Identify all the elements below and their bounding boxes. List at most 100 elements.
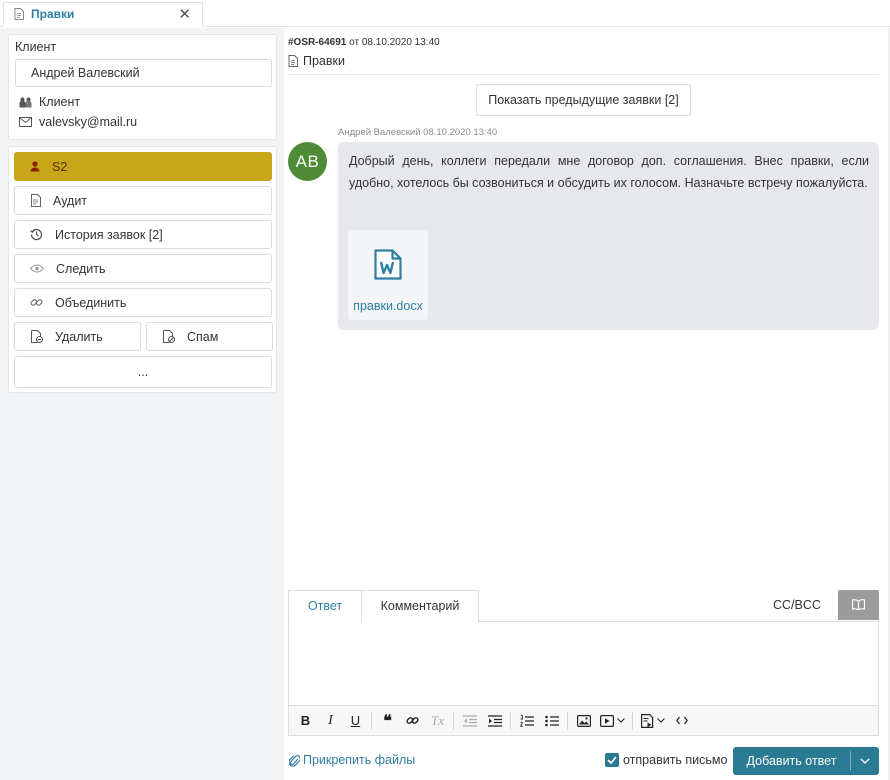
add-reply-dropdown[interactable] (851, 747, 879, 775)
client-email[interactable]: valevsky@mail.ru (39, 115, 137, 129)
eye-icon (30, 264, 44, 273)
underline-button[interactable]: U (343, 709, 368, 733)
client-role: Клиент (39, 95, 81, 109)
message-meta: Андрей Валевский 08.10.2020 13:40 (338, 127, 498, 138)
indent-button[interactable] (482, 709, 507, 733)
bullet-list-icon (544, 715, 559, 726)
sidebar: Клиент Андрей Валевский Клиент valevsky@… (0, 28, 284, 780)
clear-format-icon: Tx (431, 712, 444, 728)
blockquote-button[interactable]: ❝ (375, 709, 400, 733)
message-bubble: Добрый день, коллеги передали мне догово… (338, 142, 879, 330)
document-icon (14, 8, 24, 20)
show-previous-tickets-button[interactable]: Показать предыдущие заявки [2] (476, 84, 691, 116)
audit-label: Аудит (53, 193, 88, 208)
attach-files-label: Прикрепить файлы (303, 753, 416, 767)
image-icon (576, 714, 591, 727)
link-button[interactable] (400, 709, 425, 733)
audit-icon (31, 194, 41, 207)
more-label: ... (137, 365, 149, 379)
clear-format-button[interactable]: Tx (425, 709, 450, 733)
attach-files-link[interactable]: Прикрепить файлы (289, 753, 415, 767)
tab-comment[interactable]: Комментарий (361, 590, 479, 622)
knowledge-base-button[interactable] (838, 590, 879, 620)
ticket-header: #OSR-64691 от 08.10.2020 13:40 (288, 37, 440, 48)
history-button[interactable]: История заявок [2] (14, 220, 272, 249)
tab-ticket[interactable]: Правки ✕ (3, 2, 203, 27)
toolbar-separator (632, 711, 633, 730)
more-actions-button[interactable]: ... (14, 356, 272, 388)
chevron-down-icon (860, 758, 870, 764)
users-icon (19, 97, 32, 107)
client-name-field[interactable]: Андрей Валевский (15, 59, 272, 87)
client-card: Клиент Андрей Валевский Клиент valevsky@… (8, 34, 277, 140)
close-icon[interactable]: ✕ (178, 7, 191, 22)
ticket-view: #OSR-64691 от 08.10.2020 13:40 Правки По… (284, 28, 890, 780)
merge-label: Объединить (55, 295, 127, 310)
attachment-tile[interactable]: правки.docx (348, 230, 428, 320)
assignee-button[interactable]: S2 (14, 152, 272, 181)
bullet-list-button[interactable] (539, 709, 564, 733)
insert-media-button[interactable] (596, 709, 629, 733)
mail-icon (19, 117, 32, 127)
delete-button[interactable]: Удалить (14, 322, 141, 351)
cc-bcc-link[interactable]: CC/BCC (773, 598, 821, 612)
templates-button[interactable] (636, 709, 669, 733)
client-email-row: valevsky@mail.ru (19, 115, 137, 129)
spam-label: Спам (187, 329, 219, 344)
template-icon (640, 713, 653, 728)
history-label: История заявок [2] (55, 227, 163, 242)
follow-label: Следить (56, 261, 106, 276)
reply-textarea[interactable] (288, 621, 879, 706)
numbered-list-button[interactable] (514, 709, 539, 733)
header-divider (288, 74, 879, 75)
document-icon (288, 55, 298, 67)
check-icon (607, 756, 617, 764)
link-icon (406, 717, 419, 724)
audit-button[interactable]: Аудит (14, 186, 272, 215)
bold-button[interactable]: B (293, 709, 318, 733)
insert-image-button[interactable] (571, 709, 596, 733)
underline-glyph: U (350, 713, 361, 728)
client-role-row: Клиент (19, 95, 80, 109)
send-email-checkbox[interactable]: отправить письмо (605, 753, 727, 767)
editor-toolbar: B I U ❝ Tx (288, 706, 879, 736)
checkbox-checked[interactable] (605, 753, 619, 767)
follow-button[interactable]: Следить (14, 254, 272, 283)
indent-icon (487, 714, 502, 727)
toolbar-separator (371, 711, 372, 730)
spam-button[interactable]: Спам (146, 322, 273, 351)
delete-label: Удалить (55, 329, 103, 344)
avatar: AB (288, 142, 327, 181)
spam-icon (163, 330, 175, 343)
paperclip-icon (289, 754, 300, 767)
toolbar-separator (510, 711, 511, 730)
tab-title: Правки (31, 7, 75, 21)
source-code-button[interactable] (669, 709, 694, 733)
add-reply-label[interactable]: Добавить ответ (733, 747, 850, 775)
chevron-down-icon (656, 718, 665, 723)
toolbar-separator (453, 711, 454, 730)
tab-answer[interactable]: Ответ (288, 590, 362, 622)
italic-glyph: I (328, 712, 333, 728)
attachment-filename[interactable]: правки.docx (348, 299, 428, 313)
italic-button[interactable]: I (318, 709, 343, 733)
ticket-id: #OSR-64691 (288, 37, 347, 48)
delete-icon (31, 330, 43, 343)
outdent-icon (462, 714, 477, 727)
ticket-actions: S2 Аудит История заявок [2] Следить Объе… (8, 146, 277, 393)
add-reply-button[interactable]: Добавить ответ (733, 747, 879, 775)
ticket-from-word: от (346, 37, 362, 48)
tab-bar: Правки ✕ (0, 0, 890, 27)
assignee-label: S2 (52, 159, 68, 174)
history-icon (30, 228, 43, 241)
chevron-down-icon (617, 718, 625, 723)
outdent-button[interactable] (457, 709, 482, 733)
toolbar-separator (567, 711, 568, 730)
ticket-datetime: 08.10.2020 13:40 (361, 37, 440, 48)
user-icon (30, 161, 40, 172)
message-text: Добрый день, коллеги передали мне догово… (349, 154, 869, 190)
ticket-subject-row: Правки (288, 54, 345, 68)
merge-button[interactable]: Объединить (14, 288, 272, 317)
quote-icon: ❝ (383, 712, 392, 730)
word-file-icon (374, 249, 402, 280)
